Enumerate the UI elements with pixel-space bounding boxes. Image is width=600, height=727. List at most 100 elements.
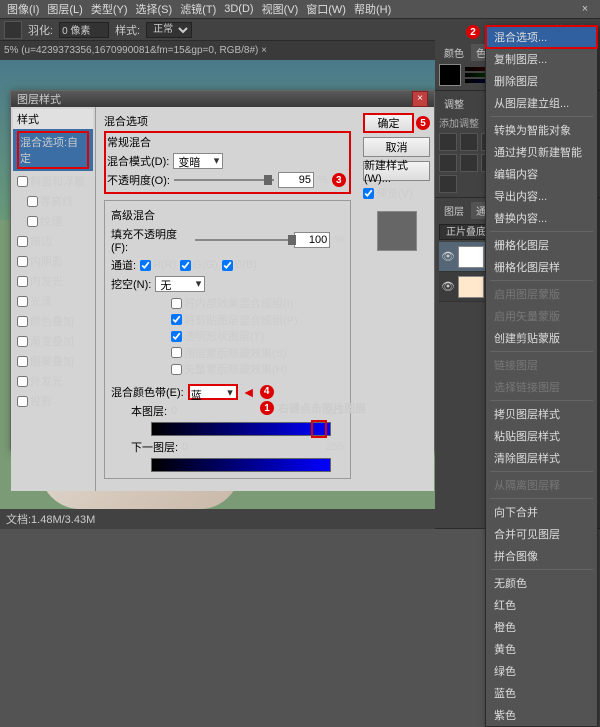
channel-r[interactable]: R(R) — [140, 259, 176, 271]
preview-check[interactable]: 预览(V) — [363, 185, 430, 201]
style-label: 样式: — [115, 22, 140, 38]
opacity-slider[interactable] — [174, 179, 274, 181]
style-gradient-overlay[interactable]: 渐变叠加 — [13, 331, 93, 351]
style-blending-options[interactable]: 混合选项:自定 — [13, 129, 93, 171]
ctx-item[interactable]: 从图层建立组... — [486, 92, 597, 114]
ctx-item[interactable]: 红色 — [486, 594, 597, 616]
feather-label: 羽化: — [28, 22, 53, 38]
tab-adjustments[interactable]: 调整 — [439, 95, 469, 112]
adv-check-4[interactable]: 矢量蒙版隐藏效果(H) — [171, 361, 287, 377]
knockout-select[interactable]: 无 — [155, 276, 205, 292]
menu-item[interactable]: 图像(I) — [4, 1, 42, 17]
fill-opacity-input[interactable] — [294, 232, 330, 248]
channel-b[interactable]: B(B) — [222, 259, 257, 271]
cancel-button[interactable]: 取消 — [363, 137, 430, 157]
menu-item[interactable]: 滤镜(T) — [177, 1, 219, 17]
brightness-icon[interactable] — [439, 133, 457, 151]
menu-item[interactable]: 帮助(H) — [351, 1, 394, 17]
ctx-item: 启用图层蒙版 — [486, 283, 597, 305]
feather-input[interactable] — [59, 22, 109, 38]
menu-item[interactable]: 3D(D) — [221, 3, 256, 15]
style-inner-shadow[interactable]: 内阴影 — [13, 251, 93, 271]
style-texture[interactable]: 纹理 — [13, 211, 93, 231]
style-color-overlay[interactable]: 颜色叠加 — [13, 311, 93, 331]
style-bevel[interactable]: 斜面和浮雕 — [13, 171, 93, 191]
channel-mixer-icon[interactable] — [460, 154, 478, 172]
ctx-item[interactable]: 混合选项... — [486, 26, 597, 48]
layer-thumb[interactable] — [458, 276, 484, 298]
this-layer-gradient[interactable] — [151, 422, 331, 436]
ctx-item[interactable]: 黄色 — [486, 638, 597, 660]
adv-check-1[interactable]: 将剪贴图层混合成组(P) — [171, 312, 298, 328]
style-inner-glow[interactable]: 内发光 — [13, 271, 93, 291]
style-satin[interactable]: 光泽 — [13, 291, 93, 311]
ctx-item: 选择链接图层 — [486, 376, 597, 398]
ctx-item[interactable]: 清除图层样式 — [486, 447, 597, 469]
document-tab[interactable]: 5% (u=4239373356,1670990081&fm=15&gp=0, … — [4, 45, 267, 56]
levels-icon[interactable] — [460, 133, 478, 151]
foreground-color[interactable] — [439, 64, 461, 86]
menu-item[interactable]: 图层(L) — [44, 1, 85, 17]
visibility-icon[interactable]: 👁 — [441, 250, 455, 263]
menu-item[interactable]: 类型(Y) — [88, 1, 131, 17]
selective-color-icon[interactable] — [439, 175, 457, 193]
style-contour[interactable]: 等高线 — [13, 191, 93, 211]
tab-layers[interactable]: 图层 — [439, 202, 469, 219]
ctx-item[interactable]: 创建剪贴蒙版 — [486, 327, 597, 349]
ctx-item[interactable]: 栅格化图层 — [486, 234, 597, 256]
ok-button[interactable]: 确定 — [363, 113, 414, 133]
ctx-item[interactable]: 替换内容... — [486, 207, 597, 229]
tab-color[interactable]: 颜色 — [439, 44, 469, 61]
style-select[interactable]: 正常 — [146, 22, 192, 38]
channel-g[interactable]: G(G) — [180, 259, 217, 271]
ctx-item: 从隔离图层释 — [486, 474, 597, 496]
annotation-marker-5: 5 — [416, 116, 430, 130]
menu-item[interactable]: 选择(S) — [133, 1, 176, 17]
ctx-item[interactable]: 拷贝图层样式 — [486, 403, 597, 425]
under-layer-hi: 255 — [326, 441, 344, 453]
ctx-item[interactable]: 导出内容... — [486, 185, 597, 207]
annotation-marker-4: 4 — [260, 385, 274, 399]
blend-mode-select[interactable]: 变暗 — [173, 153, 223, 169]
adv-check-0[interactable]: 将内部效果混合成组(I) — [171, 295, 293, 311]
visibility-icon[interactable]: 👁 — [441, 280, 455, 293]
ctx-item[interactable]: 复制图层... — [486, 48, 597, 70]
ctx-item[interactable]: 橙色 — [486, 616, 597, 638]
ctx-item[interactable]: 拼合图像 — [486, 545, 597, 567]
knockout-label: 挖空(N): — [111, 276, 151, 292]
style-outer-glow[interactable]: 外发光 — [13, 371, 93, 391]
style-drop-shadow[interactable]: 投影 — [13, 391, 93, 411]
ctx-item[interactable]: 合并可见图层 — [486, 523, 597, 545]
ctx-item[interactable]: 粘贴图层样式 — [486, 425, 597, 447]
layer-thumb[interactable] — [458, 246, 484, 268]
dialog-main: 混合选项 常规混合 混合模式(D): 变暗 不透明度(O): % 3 高级混合 — [96, 107, 359, 491]
opacity-input[interactable] — [278, 172, 314, 188]
photo-filter-icon[interactable] — [439, 154, 457, 172]
dialog-titlebar[interactable]: 图层样式 × — [11, 91, 434, 107]
layer-style-dialog: 图层样式 × 样式 混合选项:自定 斜面和浮雕 等高线 纹理 描边 内阴影 内发… — [10, 90, 435, 450]
new-style-button[interactable]: 新建样式(W)... — [363, 161, 430, 181]
ctx-item[interactable]: 向下合并 — [486, 501, 597, 523]
ctx-item[interactable]: 绿色 — [486, 660, 597, 682]
ctx-item[interactable]: 蓝色 — [486, 682, 597, 704]
ctx-item[interactable]: 删除图层 — [486, 70, 597, 92]
fill-opacity-slider[interactable] — [195, 239, 291, 241]
pct-label: % — [318, 174, 328, 186]
menu-item[interactable]: 视图(V) — [259, 1, 302, 17]
menu-item[interactable]: 窗口(W) — [303, 1, 349, 17]
style-pattern-overlay[interactable]: 图案叠加 — [13, 351, 93, 371]
dialog-close-button[interactable]: × — [412, 91, 428, 107]
ctx-item[interactable]: 无颜色 — [486, 572, 597, 594]
window-close-button[interactable]: × — [570, 0, 600, 18]
ctx-item[interactable]: 编辑内容 — [486, 163, 597, 185]
adv-check-3[interactable]: 图层蒙版隐藏效果(S) — [171, 345, 287, 361]
style-stroke[interactable]: 描边 — [13, 231, 93, 251]
tool-marquee-icon[interactable] — [4, 21, 22, 39]
under-layer-gradient[interactable] — [151, 458, 331, 472]
adv-check-2[interactable]: 透明形状图层(T) — [171, 328, 264, 344]
ctx-item[interactable]: 紫色 — [486, 704, 597, 726]
ctx-item[interactable]: 转换为智能对象 — [486, 119, 597, 141]
ctx-item[interactable]: 栅格化图层样 — [486, 256, 597, 278]
ctx-item[interactable]: 通过拷贝新建智能 — [486, 141, 597, 163]
blendif-select[interactable]: 蓝 — [188, 384, 238, 400]
